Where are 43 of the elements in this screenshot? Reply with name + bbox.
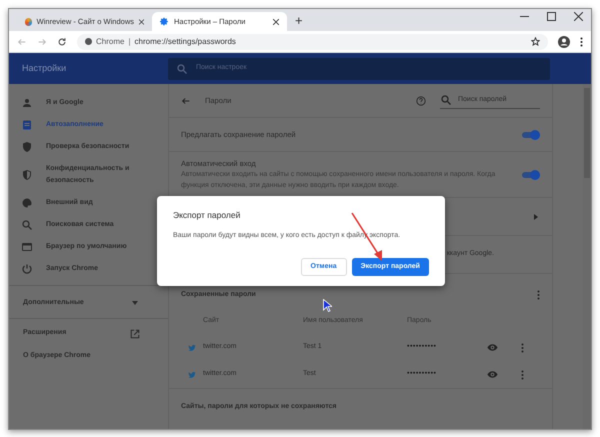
settings-title: Настройки (21, 62, 68, 75)
address-url: chrome://settings/passwords (134, 36, 236, 48)
back-arrow-icon[interactable] (17, 36, 27, 46)
bird-icon (188, 344, 196, 352)
star-icon[interactable] (531, 37, 540, 46)
shield-icon (21, 141, 33, 153)
reload-icon[interactable] (57, 36, 67, 46)
triangle-right-icon[interactable] (534, 214, 538, 220)
eye-icon[interactable] (487, 342, 498, 353)
dialog-title: Экспорт паролей (173, 209, 242, 222)
bird-icon (188, 370, 196, 378)
new-tab-button[interactable]: + (295, 14, 303, 26)
mouse-cursor-icon (323, 299, 332, 312)
address-prefix: Chrome (96, 36, 124, 48)
browser-icon (21, 241, 33, 253)
more-icon[interactable] (580, 36, 583, 46)
gear-icon (160, 17, 169, 26)
chrome-icon (85, 38, 92, 45)
eye-icon[interactable] (487, 369, 498, 380)
person-icon (21, 97, 33, 109)
back-arrow-icon[interactable] (181, 96, 191, 106)
address-bar[interactable]: Chrome | chrome://settings/passwords (77, 34, 548, 50)
toggle-switch[interactable] (522, 130, 540, 140)
power-icon (21, 263, 33, 275)
search-icon (21, 219, 33, 231)
toggle-switch[interactable] (522, 170, 540, 180)
caret-icon (132, 301, 138, 305)
help-icon[interactable] (416, 96, 426, 106)
forward-arrow-icon[interactable] (37, 36, 47, 46)
search-icon (176, 62, 188, 74)
profile-icon[interactable] (558, 36, 570, 48)
maximize-icon[interactable] (547, 12, 556, 21)
search-icon (440, 94, 452, 106)
clipboard-icon (21, 119, 33, 131)
shield-half-icon (21, 169, 33, 181)
address-separator: | (128, 36, 131, 48)
close-icon[interactable] (139, 18, 144, 24)
palette-icon (21, 197, 33, 209)
close-icon[interactable] (574, 12, 583, 21)
scrollbar[interactable] (583, 84, 591, 429)
external-link-icon (130, 328, 140, 338)
site-icon (25, 18, 32, 26)
close-icon[interactable] (273, 18, 279, 24)
